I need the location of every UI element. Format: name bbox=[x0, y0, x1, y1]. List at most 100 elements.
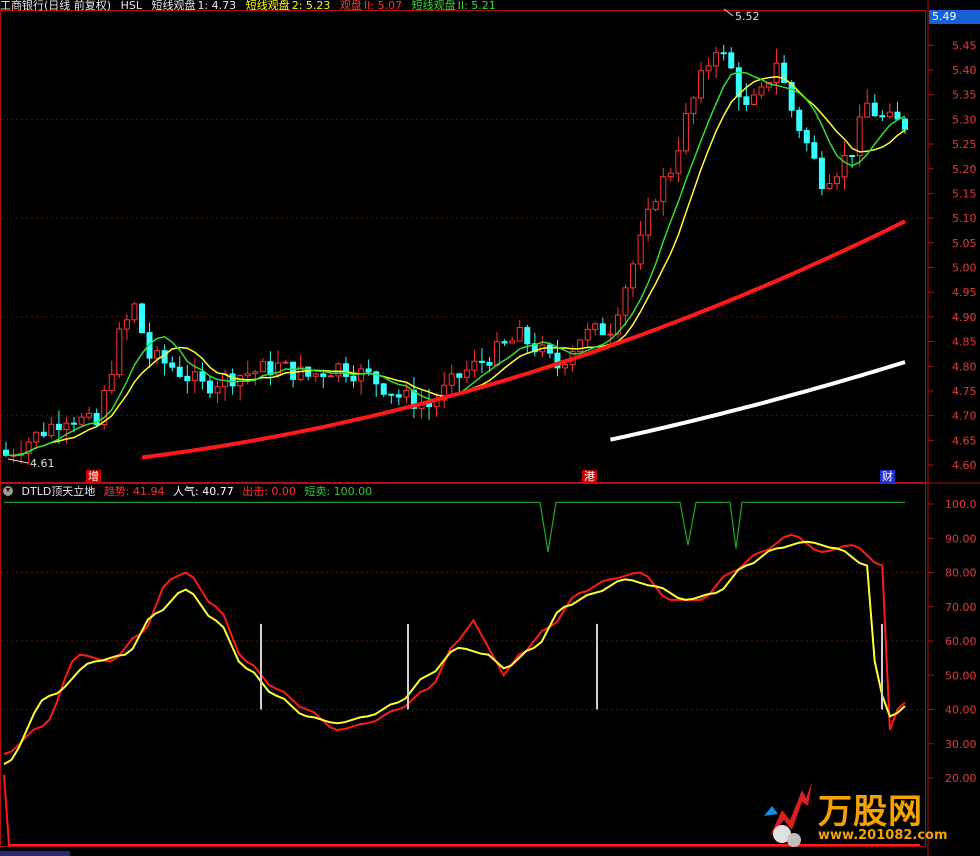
event-marker-gang[interactable]: 港 bbox=[582, 470, 597, 483]
ma-item-2: 短线观盘 2: 5.23 bbox=[245, 0, 331, 12]
candle-body bbox=[244, 373, 251, 377]
price-axis-label: 5.45 bbox=[952, 39, 977, 52]
candle-body bbox=[320, 373, 327, 378]
price-axis-label: 5.20 bbox=[952, 163, 977, 176]
candle-body bbox=[773, 62, 780, 83]
candle-body bbox=[494, 341, 501, 366]
indicator-header: DTLD顶天立地 趋势: 41.94 人气: 40.77 出击: 0.00 短卖… bbox=[0, 485, 377, 499]
kline-chart[interactable]: 5.45 5.40 5.35 5.30 5.25 5.20 5.15 5.10 5.05 5.00… bbox=[0, 0, 980, 856]
candle-body bbox=[335, 363, 342, 377]
price-axis-label: 4.60 bbox=[952, 459, 977, 472]
main-chart-header: 工商银行(日线 前复权) HSL 短线观盘 1: 4.73 短线观盘 2: 5.23… bbox=[0, 0, 925, 14]
candle-body bbox=[796, 109, 803, 132]
indicator-axis-label: 70.00 bbox=[945, 601, 977, 614]
candle-body bbox=[478, 360, 485, 363]
indicator-popularity-line bbox=[3, 540, 906, 766]
candle-body bbox=[358, 368, 365, 382]
candle-body bbox=[856, 116, 863, 157]
candle-body bbox=[811, 142, 818, 159]
candle-body bbox=[750, 94, 757, 105]
candle-body bbox=[577, 339, 584, 352]
candle-body bbox=[622, 287, 629, 316]
ma-item-4: 短线观盘 II: 5.21 bbox=[411, 0, 496, 12]
logo-brand-text: 万股网 bbox=[818, 792, 923, 832]
indicator-axis-label: 30.00 bbox=[945, 738, 977, 751]
candle-body bbox=[864, 102, 871, 118]
candle-body bbox=[698, 70, 705, 99]
candle-body bbox=[690, 97, 697, 115]
candle-body bbox=[886, 111, 893, 118]
indicator-axis-label: 80.00 bbox=[945, 567, 977, 580]
candle-body bbox=[70, 422, 77, 425]
candle-body bbox=[327, 375, 334, 378]
ind-item-attack: 出击: 0.00 bbox=[242, 485, 296, 498]
price-axis-label: 5.10 bbox=[952, 212, 977, 225]
candle-body bbox=[184, 375, 191, 382]
candle-body bbox=[509, 340, 516, 344]
candle-body bbox=[637, 234, 644, 265]
candle-body bbox=[501, 341, 508, 344]
candle-body bbox=[652, 201, 659, 210]
candle-body bbox=[33, 431, 40, 443]
candle-body bbox=[342, 363, 349, 377]
candle-body bbox=[380, 383, 387, 395]
candle-body bbox=[826, 182, 833, 189]
candle-body bbox=[350, 375, 357, 382]
candle-body bbox=[40, 431, 47, 437]
indicator-axis-label: 60.00 bbox=[945, 635, 977, 648]
candle-body bbox=[758, 86, 765, 96]
candle-body bbox=[78, 416, 85, 425]
candle-body bbox=[584, 328, 591, 341]
candle-body bbox=[252, 371, 259, 375]
candle-body bbox=[456, 373, 463, 378]
candle-body bbox=[63, 422, 70, 430]
price-axis-label: 5.05 bbox=[952, 237, 977, 250]
candle-body bbox=[463, 369, 470, 378]
candle-body bbox=[546, 344, 553, 354]
candle-body bbox=[388, 393, 395, 396]
candle-body bbox=[675, 150, 682, 174]
price-axis-label: 5.35 bbox=[952, 89, 977, 102]
candle-body bbox=[660, 176, 667, 203]
candle-body bbox=[834, 176, 841, 184]
candle-body bbox=[871, 102, 878, 117]
candle-body bbox=[879, 115, 886, 118]
candle-body bbox=[645, 208, 652, 236]
event-marker-cai[interactable]: 财 bbox=[880, 470, 895, 483]
indicator-axis-label: 40.00 bbox=[945, 704, 977, 717]
candle-body bbox=[728, 52, 735, 69]
candle-body bbox=[267, 361, 274, 376]
event-marker-zeng[interactable]: 增 bbox=[86, 470, 101, 483]
price-axis-label: 4.85 bbox=[952, 336, 977, 349]
ma-line-red bbox=[141, 219, 906, 460]
candle-body bbox=[599, 323, 606, 336]
candle-body bbox=[803, 130, 810, 144]
settings-gear-icon[interactable] bbox=[3, 486, 13, 496]
candle-body bbox=[682, 113, 689, 152]
candle-body bbox=[841, 155, 848, 178]
indicator-axis-label: 100.0 bbox=[945, 498, 977, 511]
candle-body bbox=[3, 449, 9, 456]
price-axis-label: 4.65 bbox=[952, 434, 977, 447]
indicator-trend-line bbox=[3, 533, 906, 755]
candle-body bbox=[894, 111, 901, 120]
price-axis-label: 5.40 bbox=[952, 64, 977, 77]
brand-logo: 万股网 www.201082.com bbox=[760, 776, 980, 852]
candle-body bbox=[743, 96, 750, 105]
candle-body bbox=[191, 371, 198, 382]
ma-line-green bbox=[6, 71, 906, 457]
candle-body bbox=[705, 65, 712, 72]
candle-body bbox=[395, 394, 402, 398]
candle-body bbox=[199, 371, 206, 382]
stock-chart-window: 5.45 5.40 5.35 5.30 5.25 5.20 5.15 5.10 5.05 5.00… bbox=[0, 0, 980, 856]
candle-body bbox=[403, 389, 410, 398]
candle-body bbox=[667, 172, 674, 178]
indicator-axis-label: 50.00 bbox=[945, 669, 977, 682]
candle-body bbox=[312, 373, 319, 377]
candle-body bbox=[562, 364, 569, 369]
indicator-name: HSL bbox=[120, 0, 142, 12]
candle-body bbox=[818, 157, 825, 189]
current-price-tag: 5.49 bbox=[929, 10, 980, 24]
candle-body bbox=[282, 361, 289, 364]
price-axis-label: 4.95 bbox=[952, 286, 977, 299]
